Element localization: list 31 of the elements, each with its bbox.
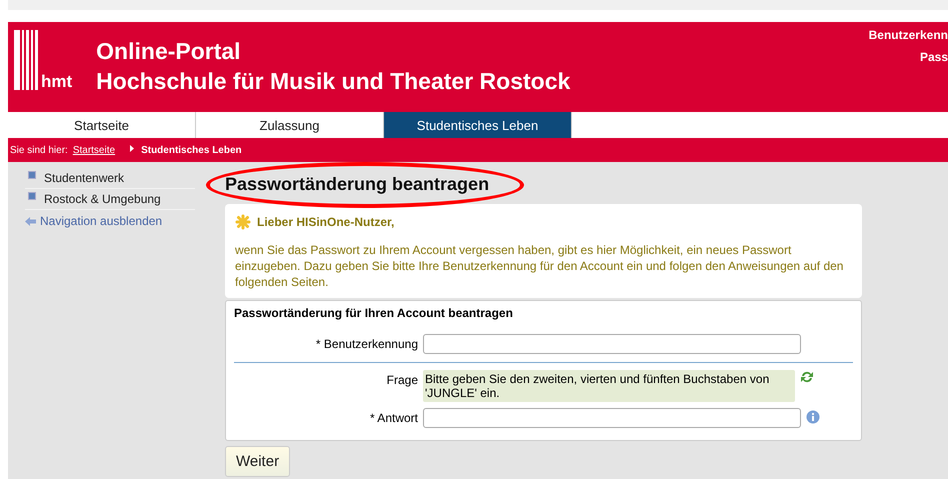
login-label: Pass bbox=[920, 50, 948, 64]
notice-text: wenn Sie das Passwort zu Ihrem Account vergessen haben, gibt es hier Möglichkeit, ein neues Passwort einzugeben. Dazu geben Sie bitte Ihre Benutzerkennung für den Account ein und folgen den Anweisungen auf den folgenden Seiten. bbox=[235, 242, 844, 290]
hide-navigation-link[interactable]: Navigation ausblenden bbox=[40, 214, 162, 228]
text-input[interactable] bbox=[423, 408, 801, 428]
question-text: Bitte geben Sie den zweiten, vierten und fünften Buchstaben von 'JUNGLE' ein. bbox=[423, 370, 795, 402]
school-name: Hochschule für Musik und Theater Rostock bbox=[96, 67, 570, 96]
notice-heading: Lieber HISinOne-Nutzer, bbox=[257, 215, 394, 229]
form-title: Passwortänderung für Ihren Account beantragen bbox=[234, 306, 514, 320]
logo-text: hmt bbox=[41, 73, 72, 90]
breadcrumb-prefix: Sie sind hier: bbox=[10, 144, 68, 156]
sidebar-link[interactable]: Rostock & Umgebung bbox=[44, 192, 161, 206]
continue-button[interactable]: Weiter bbox=[225, 446, 290, 477]
field-label: * Antwort bbox=[368, 410, 418, 425]
info-icon[interactable] bbox=[806, 410, 820, 424]
bullet-icon bbox=[28, 192, 36, 200]
page-title: Passwortänderung beantragen bbox=[225, 174, 490, 195]
caret-icon bbox=[130, 144, 134, 152]
sidebar-link[interactable]: Studentenwerk bbox=[44, 171, 124, 185]
login-label: Benutzerkenn bbox=[868, 28, 948, 42]
asterisk-icon bbox=[235, 214, 251, 230]
logo-bars-icon bbox=[14, 30, 38, 90]
breadcrumb-current: Studentisches Leben bbox=[141, 144, 242, 156]
field-label: * Benutzerkennung bbox=[314, 336, 418, 351]
bullet-icon bbox=[28, 171, 36, 179]
arrow-left-icon bbox=[25, 216, 36, 226]
field-label: Frage bbox=[386, 372, 418, 387]
nav-tab[interactable]: Studentisches Leben bbox=[384, 112, 572, 138]
text-input[interactable] bbox=[423, 334, 801, 354]
portal-title: Online-Portal bbox=[96, 37, 242, 66]
breadcrumb-link[interactable]: Startseite bbox=[72, 144, 116, 156]
refresh-icon[interactable] bbox=[800, 370, 814, 384]
